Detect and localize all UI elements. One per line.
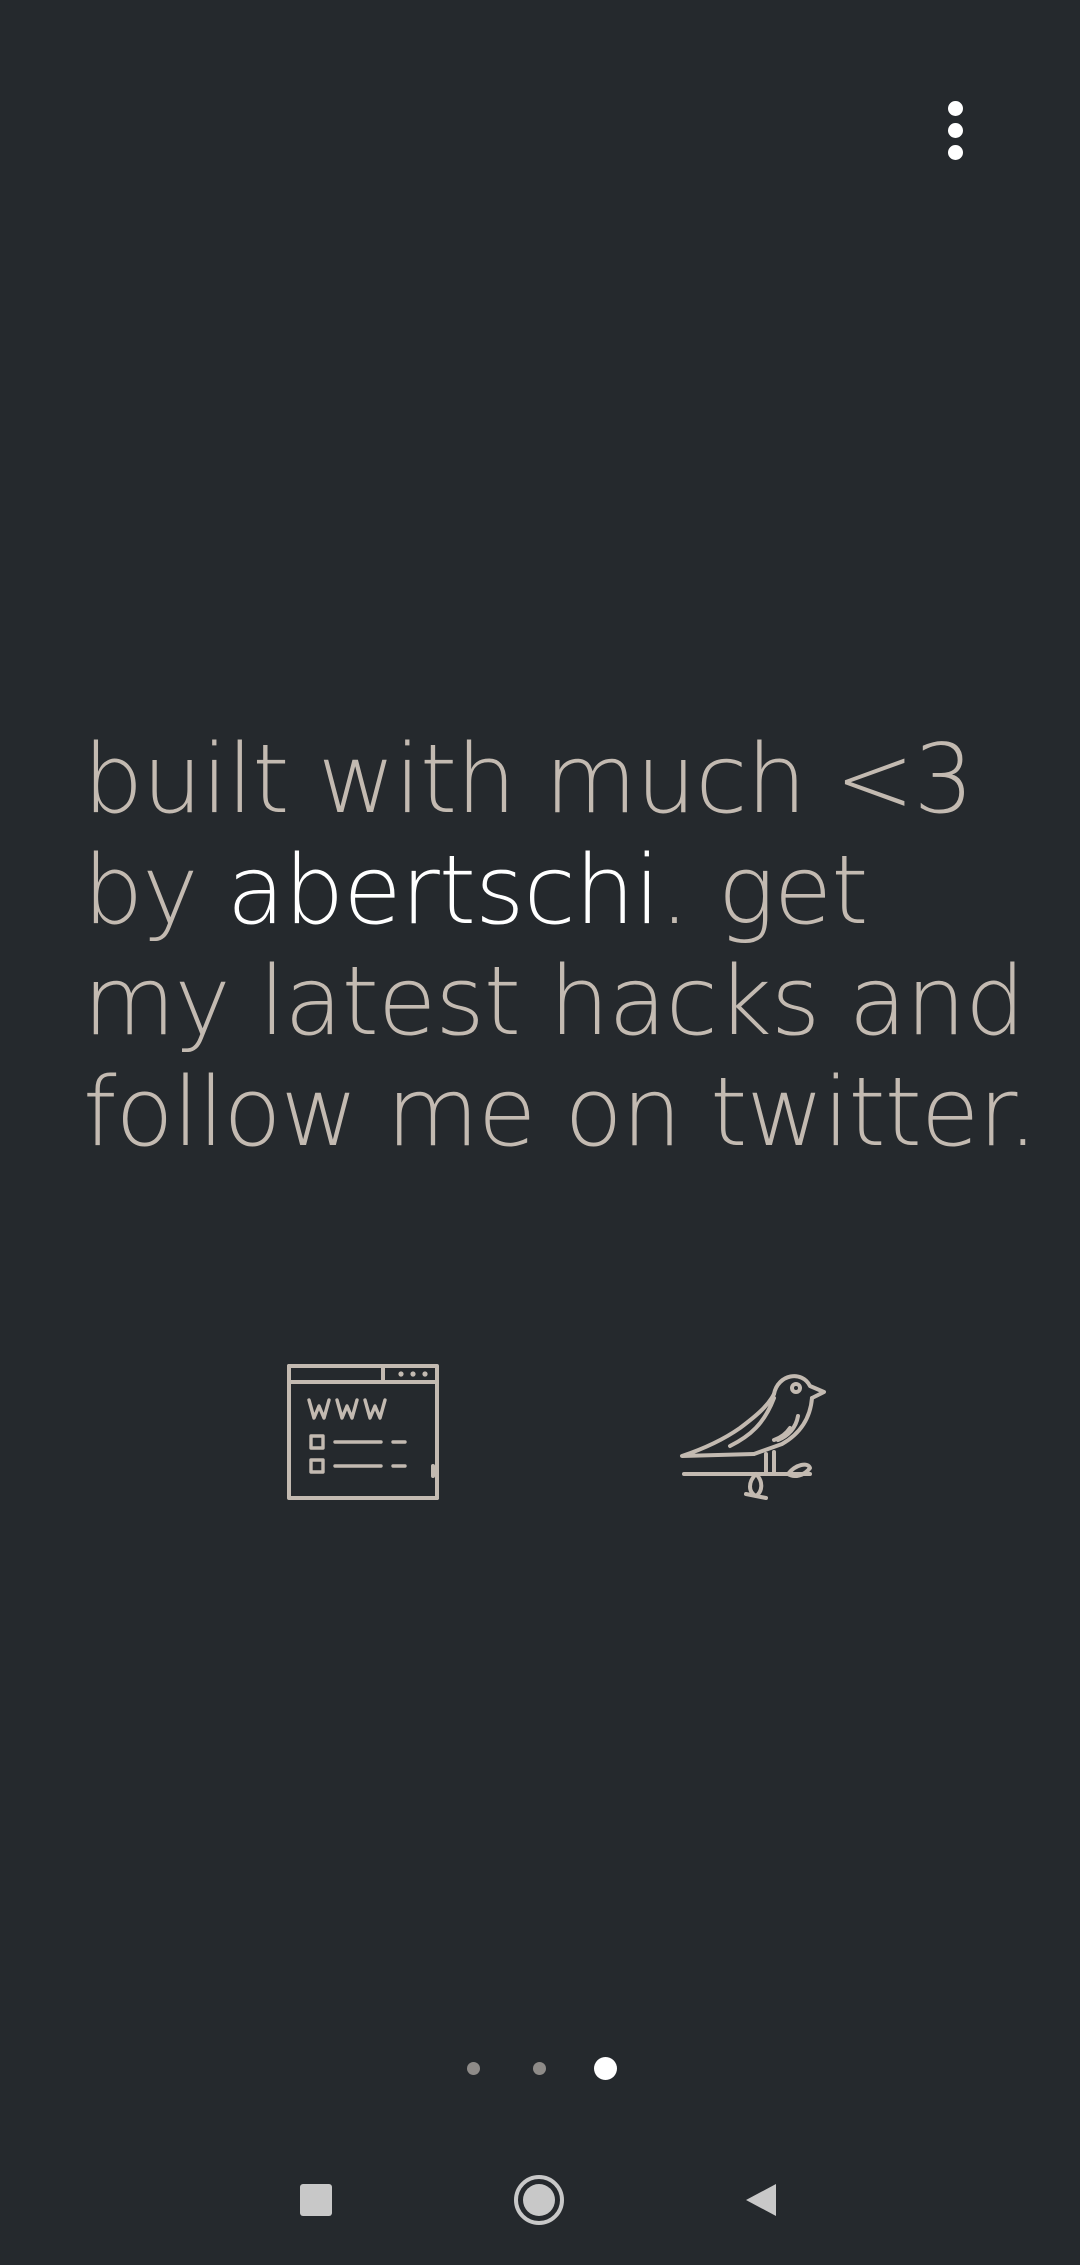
author-link[interactable]: abertschi [227,836,661,946]
circle-icon [514,2175,564,2225]
credits-line-3: my latest hacks and [83,947,1025,1057]
more-vert-icon-dot [947,144,963,160]
square-icon [300,2184,332,2216]
credits-line-4: follow me on twitter. [83,1058,1038,1168]
page-dot-3-active[interactable] [594,2057,617,2080]
home-button[interactable] [499,2160,579,2240]
www-browser-icon [287,1363,439,1500]
more-vert-icon [947,100,963,116]
website-button[interactable] [278,1350,448,1510]
page-indicator [0,2057,1080,2081]
credits-text: built with much <3 by abertschi. get my … [83,725,1043,1169]
back-button[interactable] [720,2160,800,2240]
recents-button[interactable] [276,2160,356,2240]
credits-by: by [83,836,227,946]
page-dot-2[interactable] [533,2062,546,2075]
overflow-menu-button[interactable] [925,95,985,165]
system-navigation-bar [0,2160,1080,2240]
credits-line-2: by abertschi. get [83,836,1043,947]
page-dot-1[interactable] [467,2062,480,2075]
twitter-button[interactable] [665,1350,835,1510]
more-vert-icon-dot [947,122,963,138]
credits-line-1: built with much <3 [83,725,974,835]
bird-icon [680,1373,826,1500]
triangle-back-icon [746,2184,776,2216]
credits-get: . get [659,836,868,946]
